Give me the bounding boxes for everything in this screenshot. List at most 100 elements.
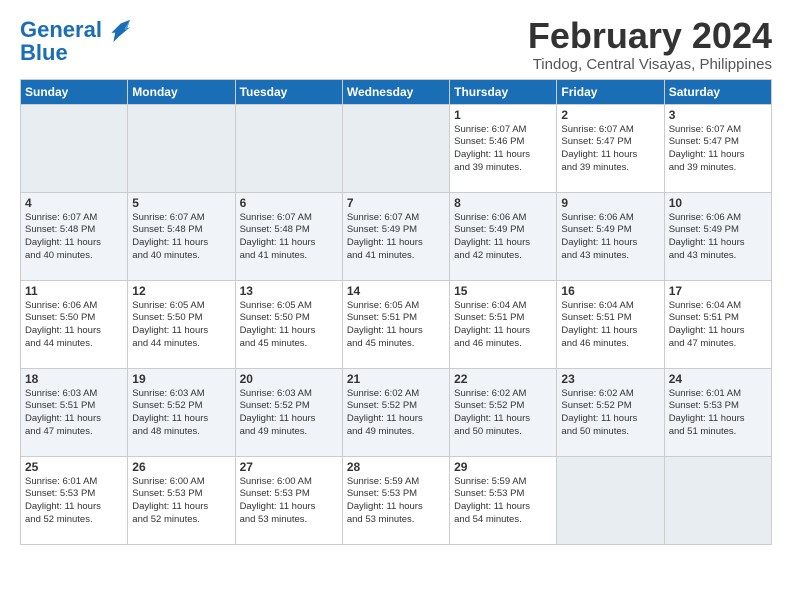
week-row-2: 4 Sunrise: 6:07 AM Sunset: 5:48 PM Daylig… [21, 192, 772, 280]
day-info: Sunrise: 6:05 AM Sunset: 5:50 PM Dayligh… [240, 300, 338, 351]
header-day-tuesday: Tuesday [235, 79, 342, 104]
day-info: Sunrise: 6:01 AM Sunset: 5:53 PM Dayligh… [25, 476, 123, 527]
header-day-wednesday: Wednesday [342, 79, 449, 104]
calendar-cell: 20 Sunrise: 6:03 AM Sunset: 5:52 PM Dayli… [235, 368, 342, 456]
calendar-table: SundayMondayTuesdayWednesdayThursdayFrid… [20, 79, 772, 545]
day-info: Sunrise: 6:07 AM Sunset: 5:48 PM Dayligh… [132, 212, 230, 263]
calendar-cell: 18 Sunrise: 6:03 AM Sunset: 5:51 PM Dayli… [21, 368, 128, 456]
day-number: 11 [25, 284, 123, 298]
calendar-cell: 21 Sunrise: 6:02 AM Sunset: 5:52 PM Dayli… [342, 368, 449, 456]
day-info: Sunrise: 6:06 AM Sunset: 5:50 PM Dayligh… [25, 300, 123, 351]
calendar-cell: 11 Sunrise: 6:06 AM Sunset: 5:50 PM Dayli… [21, 280, 128, 368]
calendar-cell [21, 104, 128, 192]
day-number: 8 [454, 196, 552, 210]
calendar-cell: 8 Sunrise: 6:06 AM Sunset: 5:49 PM Daylig… [450, 192, 557, 280]
calendar-cell: 4 Sunrise: 6:07 AM Sunset: 5:48 PM Daylig… [21, 192, 128, 280]
day-info: Sunrise: 6:03 AM Sunset: 5:51 PM Dayligh… [25, 388, 123, 439]
week-row-4: 18 Sunrise: 6:03 AM Sunset: 5:51 PM Dayli… [21, 368, 772, 456]
day-number: 24 [669, 372, 767, 386]
calendar-cell: 15 Sunrise: 6:04 AM Sunset: 5:51 PM Dayli… [450, 280, 557, 368]
day-info: Sunrise: 6:06 AM Sunset: 5:49 PM Dayligh… [561, 212, 659, 263]
day-number: 20 [240, 372, 338, 386]
day-info: Sunrise: 6:03 AM Sunset: 5:52 PM Dayligh… [132, 388, 230, 439]
week-row-1: 1 Sunrise: 6:07 AM Sunset: 5:46 PM Daylig… [21, 104, 772, 192]
day-number: 23 [561, 372, 659, 386]
day-number: 9 [561, 196, 659, 210]
header: General Blue February 2024 Tindog, Centr… [20, 16, 772, 73]
day-info: Sunrise: 6:07 AM Sunset: 5:48 PM Dayligh… [25, 212, 123, 263]
calendar-cell: 2 Sunrise: 6:07 AM Sunset: 5:47 PM Daylig… [557, 104, 664, 192]
day-number: 29 [454, 460, 552, 474]
day-number: 1 [454, 108, 552, 122]
day-info: Sunrise: 6:04 AM Sunset: 5:51 PM Dayligh… [669, 300, 767, 351]
calendar-cell: 10 Sunrise: 6:06 AM Sunset: 5:49 PM Dayli… [664, 192, 771, 280]
calendar-cell [664, 456, 771, 544]
day-info: Sunrise: 6:07 AM Sunset: 5:47 PM Dayligh… [561, 124, 659, 175]
day-number: 25 [25, 460, 123, 474]
calendar-cell: 6 Sunrise: 6:07 AM Sunset: 5:48 PM Daylig… [235, 192, 342, 280]
day-info: Sunrise: 6:07 AM Sunset: 5:48 PM Dayligh… [240, 212, 338, 263]
calendar-cell: 12 Sunrise: 6:05 AM Sunset: 5:50 PM Dayli… [128, 280, 235, 368]
calendar-cell: 25 Sunrise: 6:01 AM Sunset: 5:53 PM Dayli… [21, 456, 128, 544]
calendar-cell: 29 Sunrise: 5:59 AM Sunset: 5:53 PM Dayli… [450, 456, 557, 544]
logo: General Blue [20, 16, 132, 66]
day-info: Sunrise: 6:00 AM Sunset: 5:53 PM Dayligh… [240, 476, 338, 527]
day-number: 22 [454, 372, 552, 386]
calendar-cell: 19 Sunrise: 6:03 AM Sunset: 5:52 PM Dayli… [128, 368, 235, 456]
calendar-cell: 26 Sunrise: 6:00 AM Sunset: 5:53 PM Dayli… [128, 456, 235, 544]
day-info: Sunrise: 6:00 AM Sunset: 5:53 PM Dayligh… [132, 476, 230, 527]
day-number: 26 [132, 460, 230, 474]
day-info: Sunrise: 6:06 AM Sunset: 5:49 PM Dayligh… [454, 212, 552, 263]
day-number: 19 [132, 372, 230, 386]
day-info: Sunrise: 6:06 AM Sunset: 5:49 PM Dayligh… [669, 212, 767, 263]
logo-text1: General [20, 17, 102, 42]
header-day-saturday: Saturday [664, 79, 771, 104]
day-number: 3 [669, 108, 767, 122]
calendar-cell: 14Sunrise: 6:05 AM Sunset: 5:51 PM Dayli… [342, 280, 449, 368]
day-number: 21 [347, 372, 445, 386]
header-day-sunday: Sunday [21, 79, 128, 104]
day-info: Sunrise: 6:05 AM Sunset: 5:50 PM Dayligh… [132, 300, 230, 351]
day-number: 6 [240, 196, 338, 210]
calendar-cell: 22 Sunrise: 6:02 AM Sunset: 5:52 PM Dayli… [450, 368, 557, 456]
day-number: 5 [132, 196, 230, 210]
calendar-cell: 16 Sunrise: 6:04 AM Sunset: 5:51 PM Dayli… [557, 280, 664, 368]
day-info: Sunrise: 6:07 AM Sunset: 5:46 PM Dayligh… [454, 124, 552, 175]
day-info: Sunrise: 6:01 AM Sunset: 5:53 PM Dayligh… [669, 388, 767, 439]
day-number: 15 [454, 284, 552, 298]
calendar-cell: 5 Sunrise: 6:07 AM Sunset: 5:48 PM Daylig… [128, 192, 235, 280]
day-info: Sunrise: 6:04 AM Sunset: 5:51 PM Dayligh… [454, 300, 552, 351]
calendar-cell [342, 104, 449, 192]
day-info: Sunrise: 6:03 AM Sunset: 5:52 PM Dayligh… [240, 388, 338, 439]
day-info: Sunrise: 6:07 AM Sunset: 5:47 PM Dayligh… [669, 124, 767, 175]
calendar-cell [128, 104, 235, 192]
day-info: Sunrise: 6:05 AM Sunset: 5:51 PM Dayligh… [347, 300, 445, 351]
day-info: Sunrise: 6:02 AM Sunset: 5:52 PM Dayligh… [454, 388, 552, 439]
day-number: 2 [561, 108, 659, 122]
logo-text: General [20, 19, 102, 41]
day-info: Sunrise: 6:07 AM Sunset: 5:49 PM Dayligh… [347, 212, 445, 263]
header-row: SundayMondayTuesdayWednesdayThursdayFrid… [21, 79, 772, 104]
calendar-body: 1 Sunrise: 6:07 AM Sunset: 5:46 PM Daylig… [21, 104, 772, 544]
day-info: Sunrise: 6:02 AM Sunset: 5:52 PM Dayligh… [347, 388, 445, 439]
calendar-cell [557, 456, 664, 544]
title-area: February 2024 Tindog, Central Visayas, P… [528, 16, 772, 73]
header-day-thursday: Thursday [450, 79, 557, 104]
calendar-cell: 13 Sunrise: 6:05 AM Sunset: 5:50 PM Dayli… [235, 280, 342, 368]
day-info: Sunrise: 6:04 AM Sunset: 5:51 PM Dayligh… [561, 300, 659, 351]
calendar-cell: 28Sunrise: 5:59 AM Sunset: 5:53 PM Dayli… [342, 456, 449, 544]
calendar-cell: 24 Sunrise: 6:01 AM Sunset: 5:53 PM Dayli… [664, 368, 771, 456]
day-info: Sunrise: 5:59 AM Sunset: 5:53 PM Dayligh… [454, 476, 552, 527]
day-number: 10 [669, 196, 767, 210]
day-number: 12 [132, 284, 230, 298]
calendar-header: SundayMondayTuesdayWednesdayThursdayFrid… [21, 79, 772, 104]
day-number: 18 [25, 372, 123, 386]
week-row-3: 11 Sunrise: 6:06 AM Sunset: 5:50 PM Dayli… [21, 280, 772, 368]
day-number: 4 [25, 196, 123, 210]
calendar-cell: 23Sunrise: 6:02 AM Sunset: 5:52 PM Dayli… [557, 368, 664, 456]
day-number: 16 [561, 284, 659, 298]
day-number: 13 [240, 284, 338, 298]
calendar-cell: 1 Sunrise: 6:07 AM Sunset: 5:46 PM Daylig… [450, 104, 557, 192]
day-number: 27 [240, 460, 338, 474]
day-info: Sunrise: 5:59 AM Sunset: 5:53 PM Dayligh… [347, 476, 445, 527]
